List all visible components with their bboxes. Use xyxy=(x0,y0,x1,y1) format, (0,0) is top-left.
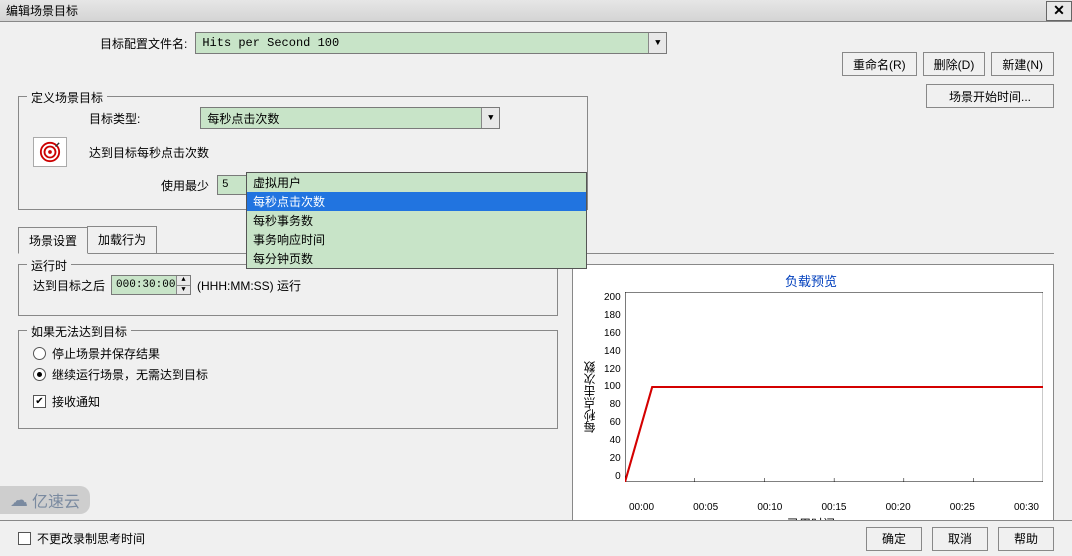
chart-yaxis: 200 180 160 140 120 100 80 60 40 20 0 xyxy=(600,292,625,482)
radio-continue[interactable]: 继续运行场景，无需达到目标 xyxy=(33,366,543,383)
bottom-bar: 不更改录制思考时间 确定 取消 帮助 xyxy=(0,520,1072,556)
chart-series-line xyxy=(625,387,1043,482)
fail-fieldset: 如果无法达到目标 停止场景并保存结果 继续运行场景，无需达到目标 ✔ 接收通知 xyxy=(18,330,558,429)
ok-button[interactable]: 确定 xyxy=(866,527,922,551)
min-label: 使用最少 xyxy=(161,177,209,194)
check-notify[interactable]: ✔ 接收通知 xyxy=(33,393,543,410)
chart-plot xyxy=(625,292,1043,482)
radio-stop[interactable]: 停止场景并保存结果 xyxy=(33,345,543,362)
top-button-row: 重命名(R) 删除(D) 新建(N) xyxy=(842,52,1054,76)
profile-combo[interactable]: Hits per Second 100 ▼ xyxy=(195,32,667,54)
content: 目标配置文件名: Hits per Second 100 ▼ 重命名(R) 删除… xyxy=(0,22,1072,539)
profile-value: Hits per Second 100 xyxy=(202,36,339,50)
new-button[interactable]: 新建(N) xyxy=(991,52,1054,76)
goal-type-label: 目标类型: xyxy=(89,110,140,127)
dropdown-option[interactable]: 每秒点击次数 xyxy=(247,192,586,211)
tab-content: 运行时 达到目标之后 000:30:00 ▲▼ (HHH:MM:SS) 运行 如… xyxy=(18,264,1054,539)
reach-label: 达到目标每秒点击次数 xyxy=(89,144,209,161)
dropdown-option[interactable]: 事务响应时间 xyxy=(247,230,586,249)
chart-xaxis: 00:00 00:05 00:10 00:15 00:20 00:25 00:3… xyxy=(629,502,1043,513)
cancel-button[interactable]: 取消 xyxy=(932,527,988,551)
chart-title: 负载预览 xyxy=(579,271,1043,290)
fail-legend: 如果无法达到目标 xyxy=(27,323,131,340)
target-icon xyxy=(33,137,67,167)
delete-button[interactable]: 删除(D) xyxy=(923,52,986,76)
dropdown-option[interactable]: 虚拟用户 xyxy=(247,173,586,192)
runtime-fieldset: 运行时 达到目标之后 000:30:00 ▲▼ (HHH:MM:SS) 运行 xyxy=(18,264,558,316)
tab-settings[interactable]: 场景设置 xyxy=(18,227,88,254)
goal-type-dropdown[interactable]: 虚拟用户 每秒点击次数 每秒事务数 事务响应时间 每分钟页数 xyxy=(246,172,587,269)
start-time-row: 场景开始时间... xyxy=(926,84,1054,108)
spin-buttons[interactable]: ▲▼ xyxy=(176,276,190,294)
dropdown-option[interactable]: 每分钟页数 xyxy=(247,249,586,268)
chart-ylabel: 每秒点击次数 xyxy=(579,292,600,502)
tab-load[interactable]: 加载行为 xyxy=(87,226,157,253)
think-time-check[interactable]: 不更改录制思考时间 xyxy=(18,530,145,547)
start-time-button[interactable]: 场景开始时间... xyxy=(926,84,1054,108)
rename-button[interactable]: 重命名(R) xyxy=(842,52,917,76)
chevron-down-icon[interactable]: ▼ xyxy=(481,108,499,128)
duration-input[interactable]: 000:30:00 ▲▼ xyxy=(111,275,191,295)
profile-label: 目标配置文件名: xyxy=(100,35,187,52)
help-button[interactable]: 帮助 xyxy=(998,527,1054,551)
goal-type-value: 每秒点击次数 xyxy=(207,110,279,127)
chevron-down-icon[interactable]: ▼ xyxy=(648,33,666,53)
window-title: 编辑场景目标 xyxy=(6,2,78,19)
profile-row: 目标配置文件名: Hits per Second 100 ▼ xyxy=(100,32,1054,54)
titlebar: 编辑场景目标 ✕ xyxy=(0,0,1072,22)
goal-legend: 定义场景目标 xyxy=(27,89,107,106)
dropdown-option[interactable]: 每秒事务数 xyxy=(247,211,586,230)
cloud-icon: ☁ xyxy=(10,490,28,511)
after-goal-label: 达到目标之后 xyxy=(33,277,105,294)
runtime-legend: 运行时 xyxy=(27,257,71,274)
chart-panel: 负载预览 每秒点击次数 200 180 160 140 120 100 80 6… xyxy=(572,264,1054,539)
duration-suffix: (HHH:MM:SS) 运行 xyxy=(197,277,301,294)
watermark: ☁ 亿速云 xyxy=(0,486,90,514)
goal-type-combo[interactable]: 每秒点击次数 ▼ xyxy=(200,107,500,129)
close-button[interactable]: ✕ xyxy=(1046,1,1072,21)
